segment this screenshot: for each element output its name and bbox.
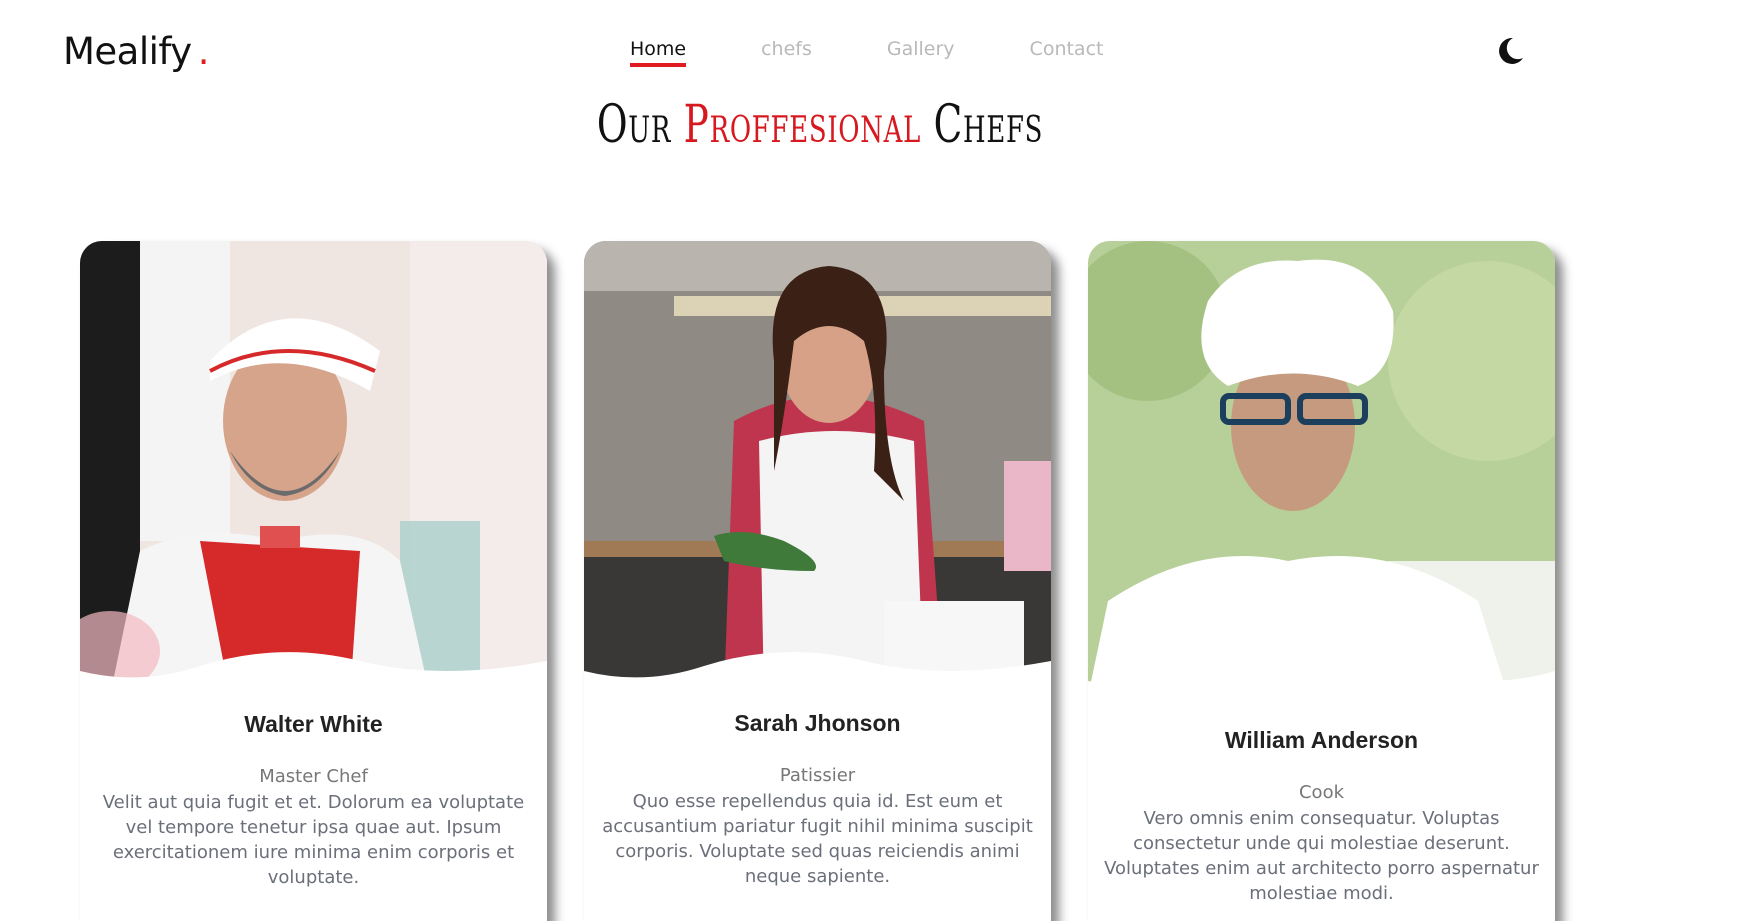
wave-divider xyxy=(80,652,547,696)
title-part2: Chefs xyxy=(921,95,1044,155)
chef-description: Velit aut quia fugit et et. Dolorum ea v… xyxy=(102,792,525,888)
chef-name: Sarah Jhonson xyxy=(734,710,901,736)
chef-card: Sarah Jhonson Patissier Quo esse repelle… xyxy=(584,241,1051,921)
chef-name: William Anderson xyxy=(1224,727,1419,753)
chef-role: Master Chef xyxy=(259,766,368,787)
brand-name: Mealify xyxy=(63,30,192,73)
chef-card: William Anderson Cook Vero omnis enim co… xyxy=(1088,241,1555,921)
brand-logo[interactable]: Mealify. xyxy=(63,30,209,73)
chef-description: Vero omnis enim consequatur. Voluptas co… xyxy=(1104,808,1539,904)
chef-name: Walter White xyxy=(244,711,383,737)
chef-card: Walter White Master Chef Velit aut quia … xyxy=(80,241,547,921)
section-title: Our Proffesional Chefs xyxy=(230,95,1411,155)
main-nav: Home chefs Gallery Contact xyxy=(630,38,1178,67)
title-part1: Our xyxy=(596,95,684,155)
nav-home[interactable]: Home xyxy=(630,38,687,67)
wave-divider xyxy=(1088,662,1555,696)
chef-role: Patissier xyxy=(779,765,856,786)
nav-contact[interactable]: Contact xyxy=(1030,38,1104,64)
theme-toggle-button[interactable] xyxy=(1493,34,1527,68)
moon-icon xyxy=(1499,37,1523,64)
chef-description: Quo esse repellendus quia id. Est eum et… xyxy=(602,791,1033,887)
nav-gallery[interactable]: Gallery xyxy=(887,38,955,64)
nav-chefs[interactable]: chefs xyxy=(761,38,812,64)
brand-dot: . xyxy=(197,30,210,73)
chef-role: Cook xyxy=(1298,782,1345,803)
title-accent: Proffesional xyxy=(683,95,922,155)
wave-divider xyxy=(584,652,1051,696)
